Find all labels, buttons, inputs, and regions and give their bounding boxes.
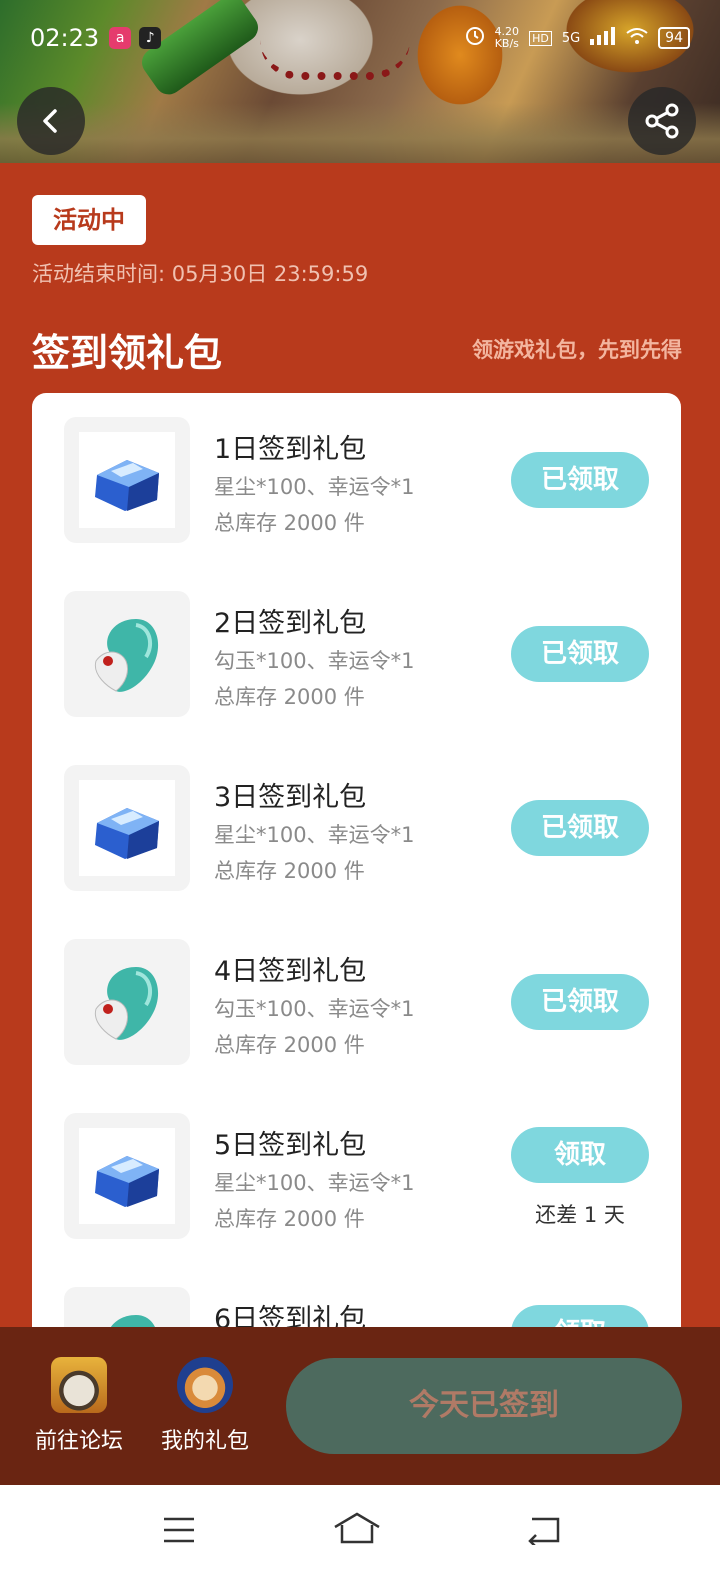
home-icon[interactable] xyxy=(333,1511,381,1545)
net-speed-unit: KB/s xyxy=(494,37,519,50)
gift-item: 2日签到礼包 勾玉*100、幸运令*1 总库存 2000 件 已领取 xyxy=(32,567,681,717)
gift-item: 1日签到礼包 星尘*100、幸运令*1 总库存 2000 件 已领取 xyxy=(32,393,681,543)
claimed-button[interactable]: 已领取 xyxy=(511,626,649,682)
back-nav-icon[interactable] xyxy=(526,1515,562,1545)
net-speed: 4.20 KB/s xyxy=(495,26,520,50)
activity-end-time: 活动结束时间: 05月30日 23:59:59 xyxy=(32,262,369,286)
gift-name: 3日签到礼包 xyxy=(214,782,367,813)
magatama-icon xyxy=(94,967,159,1040)
gift-thumb xyxy=(64,939,190,1065)
hd-badge: HD xyxy=(529,30,552,46)
stardust-chest-icon xyxy=(95,460,159,511)
days-remaining-hint: 还差 1 天 xyxy=(535,1203,625,1227)
gift-item: 5日签到礼包 星尘*100、幸运令*1 总库存 2000 件 领取 还差 1 天 xyxy=(32,1089,681,1239)
my-gifts-avatar-icon xyxy=(177,1357,233,1413)
system-nav-bar xyxy=(0,1485,720,1584)
wifi-icon xyxy=(626,27,648,49)
status-app-icons: a ♪ xyxy=(109,27,162,49)
status-bar: 02:23 a ♪ 4.20 KB/s HD 5G 94 xyxy=(0,18,720,58)
activity-status-badge: 活动中 xyxy=(32,195,146,245)
gift-item: 3日签到礼包 星尘*100、幸运令*1 总库存 2000 件 已领取 xyxy=(32,741,681,891)
gift-stock: 总库存 2000 件 xyxy=(214,1033,365,1057)
stardust-chest-icon xyxy=(95,1156,159,1207)
claimed-button[interactable]: 已领取 xyxy=(511,974,649,1030)
back-button[interactable] xyxy=(17,87,85,155)
gift-stock: 总库存 2000 件 xyxy=(214,1207,365,1231)
signal-label: 5G xyxy=(561,30,581,46)
gift-thumb xyxy=(64,765,190,891)
gift-description: 勾玉*100、幸运令*1 xyxy=(214,649,415,673)
my-gifts-label: 我的礼包 xyxy=(160,1429,249,1454)
share-icon xyxy=(645,103,679,139)
magatama-icon xyxy=(94,619,159,692)
alarm-icon xyxy=(465,26,485,50)
chevron-left-icon xyxy=(43,109,57,133)
status-time: 02:23 xyxy=(30,24,100,52)
gift-description: 星尘*100、幸运令*1 xyxy=(214,475,415,499)
claimed-button[interactable]: 已领取 xyxy=(511,800,649,856)
section-subtitle: 领游戏礼包，先到先得 xyxy=(472,338,682,362)
gift-thumb xyxy=(64,417,190,543)
gift-stock: 总库存 2000 件 xyxy=(214,511,365,535)
signal-icon xyxy=(590,27,616,49)
gift-description: 星尘*100、幸运令*1 xyxy=(214,823,415,847)
gift-description: 星尘*100、幸运令*1 xyxy=(214,1171,415,1195)
gift-stock: 总库存 2000 件 xyxy=(214,685,365,709)
go-to-forum-button[interactable]: 前往论坛 xyxy=(24,1357,134,1455)
go-to-forum-label: 前往论坛 xyxy=(34,1429,123,1454)
gift-name: 5日签到礼包 xyxy=(214,1130,367,1161)
gift-name: 2日签到礼包 xyxy=(214,608,367,639)
gift-stock: 总库存 2000 件 xyxy=(214,859,365,883)
my-gifts-button[interactable]: 我的礼包 xyxy=(150,1357,260,1455)
gift-name: 1日签到礼包 xyxy=(214,434,367,465)
menu-icon[interactable] xyxy=(162,1515,196,1545)
claimed-button[interactable]: 已领取 xyxy=(511,452,649,508)
claim-button[interactable]: 领取 xyxy=(511,1127,649,1183)
gift-thumb xyxy=(64,591,190,717)
section-title: 签到领礼包 xyxy=(32,331,223,375)
gift-description: 勾玉*100、幸运令*1 xyxy=(214,997,415,1021)
gift-item: 4日签到礼包 勾玉*100、幸运令*1 总库存 2000 件 已领取 xyxy=(32,915,681,1065)
forum-game-icon xyxy=(51,1357,107,1413)
status-right: 4.20 KB/s HD 5G 94 xyxy=(465,26,690,50)
gift-thumb xyxy=(64,1113,190,1239)
battery-indicator: 94 xyxy=(658,27,690,49)
bottom-action-bar: 前往论坛 我的礼包 今天已签到 xyxy=(0,1327,720,1485)
gift-list-card: 1日签到礼包 星尘*100、幸运令*1 总库存 2000 件 已领取 2日签到礼… xyxy=(32,393,681,1343)
app-notification-icon: a xyxy=(109,27,132,49)
gift-name: 4日签到礼包 xyxy=(214,956,367,987)
stardust-chest-icon xyxy=(95,808,159,859)
signed-today-button[interactable]: 今天已签到 xyxy=(286,1358,682,1454)
share-button[interactable] xyxy=(628,87,696,155)
tiktok-icon: ♪ xyxy=(139,27,162,49)
banner-art-grass xyxy=(0,103,720,163)
